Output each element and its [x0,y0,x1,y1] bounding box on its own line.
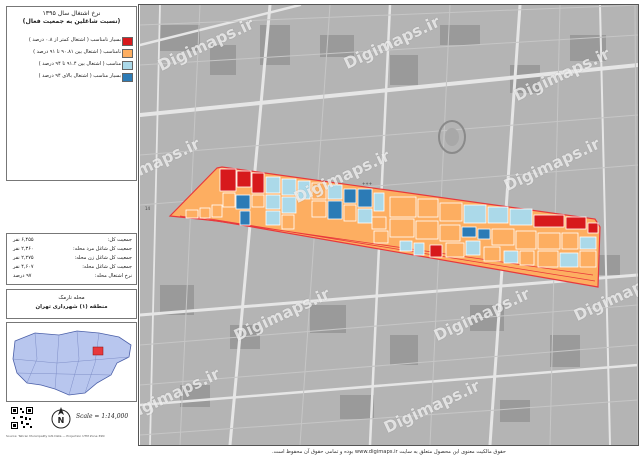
stat-value: ۲,۳۶۰ نفر [13,246,34,252]
stat-label: جمعیت کل: [107,237,132,243]
district-name: منطقه (۱) شهرداری تهران [35,304,108,310]
scale-text: Scale = 1:14,000 [76,413,129,420]
stat-row: جمعیت کل شاغل مرد محله: ۲,۳۶۰ نفر [11,246,134,255]
stat-value: ۲,۲۷۵ نفر [13,255,34,261]
legend-item-very-good: بسیار مناسب ( اشتغال بالای ۹۴ درصد ) [10,72,135,82]
stat-value: ۹۷ درصد [13,273,32,279]
svg-text:+++: +++ [362,181,372,186]
stats-box: جمعیت کل: ۶,۴۵۵ نفر جمعیت کل شاغل مرد مح… [6,233,137,285]
neighborhood-name: محله نارمک [58,295,85,301]
stat-row: جمعیت کل شاغل زن محله: ۲,۲۷۵ نفر [11,255,134,264]
legend-item-label: نامناسب ( اشتغال بین ۹۰.۸۱ تا ۹۱ درصد ) [33,49,121,55]
north-letter: N [58,416,65,425]
swatch-very-poor [122,37,133,46]
qr-code-icon [10,406,34,430]
map-footer: N Scale = 1:14,000 [6,404,137,432]
legend-box [6,6,137,181]
swatch-very-good [122,73,133,82]
legend-item-label: مناسب ( اشتغال بین ۹۱.۴ تا ۹۴ درصد ) [38,61,121,67]
inset-highlight [92,346,104,356]
stat-value: ۶,۴۵۵ نفر [13,237,34,243]
legend-title-line1: نرخ اشتغال سال ۱۳۹۵ [42,10,101,17]
inset-map-svg [7,323,136,401]
legend-item-label: بسیار مناسب ( اشتغال بالای ۹۴ درصد ) [38,73,121,79]
copyright-notice: حقوق مالکیت معنوی این محصول متعلق به سای… [272,449,506,455]
svg-text:14: 14 [145,206,151,211]
legend-item-very-poor: بسیار نامناسب ( اشتغال کمتر از ۰.۸ درصد … [10,36,135,46]
swatch-good [122,61,133,70]
stat-label: جمعیت کل شاغل زن محله: [74,255,132,261]
legend-title-line2: (نسبت شاغلین به جمعیت فعال) [22,18,121,25]
stat-label: نرخ اشتغال محله: [94,273,132,279]
stat-label: جمعیت کل شاغل محله: [82,264,132,270]
stat-row: جمعیت کل شاغل محله: ۴,۶۰۷ نفر [11,264,134,273]
small-credit: Source: Tehran Municipality GIS Data — P… [6,434,105,438]
stat-row: جمعیت کل: ۶,۴۵۵ نفر [11,237,134,246]
legend-item-label: بسیار نامناسب ( اشتغال کمتر از ۰.۸ درصد … [28,37,121,43]
legend-item-good: مناسب ( اشتغال بین ۹۱.۴ تا ۹۴ درصد ) [10,60,135,70]
stat-value: ۴,۶۰۷ نفر [13,264,34,270]
inset-map [6,322,137,402]
region-box: محله نارمک منطقه (۱) شهرداری تهران [6,289,137,319]
map-canvas: 14 +++ Digimaps.ir Digimaps.ir Digimaps.… [140,5,638,445]
stat-row: نرخ اشتغال محله: ۹۷ درصد [11,273,134,282]
stat-label: جمعیت کل شاغل مرد محله: [72,246,132,252]
swatch-poor [122,49,133,58]
north-arrow-icon: N [51,407,71,429]
legend-item-poor: نامناسب ( اشتغال بین ۹۰.۸۱ تا ۹۱ درصد ) [10,48,135,58]
legend-title: نرخ اشتغال سال ۱۳۹۵ (نسبت شاغلین به جمعی… [8,10,135,26]
